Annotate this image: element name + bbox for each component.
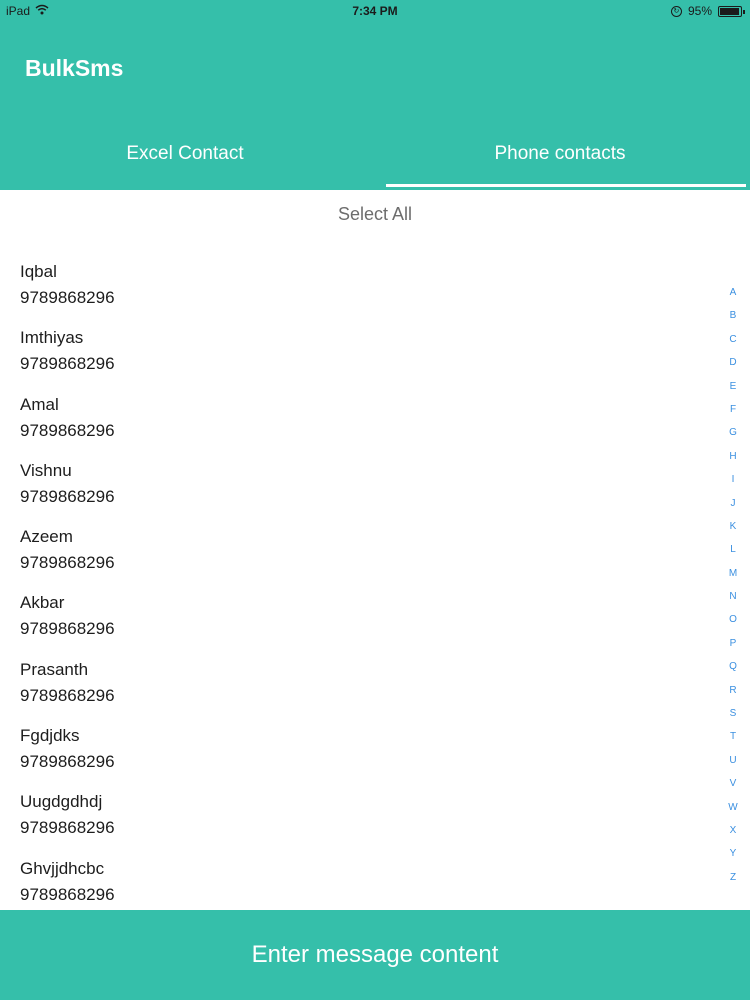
index-letter[interactable]: F [730, 398, 736, 421]
tab-bar: Excel Contact Phone contacts [0, 122, 750, 190]
contact-row[interactable]: Prasanth 9789868296 [20, 654, 700, 720]
contact-row[interactable]: Uugdgdhdj 9789868296 [20, 786, 700, 852]
index-letter[interactable]: Q [729, 655, 737, 678]
index-letter[interactable]: I [732, 468, 735, 491]
index-letter[interactable]: D [729, 351, 736, 374]
index-letter[interactable]: S [730, 702, 737, 725]
contact-row[interactable]: Imthiyas 9789868296 [20, 322, 700, 388]
contact-list: Iqbal 9789868296 Imthiyas 9789868296 Amal 978… [20, 256, 700, 919]
contact-phone: 9789868296 [20, 420, 115, 440]
index-letter[interactable]: O [729, 608, 737, 631]
alphabet-index[interactable]: ABCDEFGHIJKLMNOPQRSTUVWXYZ [726, 281, 740, 889]
contact-name: Akbar [20, 593, 65, 613]
contact-phone: 9789868296 [20, 818, 115, 838]
index-letter[interactable]: M [729, 562, 737, 585]
index-letter[interactable]: T [730, 725, 736, 748]
location-lock-icon: ↻ [670, 5, 682, 17]
status-right: ↻ 95% [670, 4, 745, 18]
index-letter[interactable]: J [731, 492, 736, 515]
contact-phone: 9789868296 [20, 553, 115, 573]
contact-row[interactable]: Azeem 9789868296 [20, 521, 700, 587]
select-all-button[interactable]: Select All [0, 204, 750, 225]
contact-phone: 9789868296 [20, 288, 115, 307]
index-letter[interactable]: G [729, 421, 737, 444]
index-letter[interactable]: N [729, 585, 736, 608]
index-letter[interactable]: A [730, 281, 737, 304]
contact-phone: 9789868296 [20, 354, 115, 374]
contact-name: Fgdjdks [20, 726, 80, 746]
index-letter[interactable]: B [730, 304, 737, 327]
contact-row[interactable]: Fgdjdks 9789868296 [20, 720, 700, 786]
header: iPad 7:34 PM ↻ 95% BulkSms Excel Contact… [0, 0, 750, 190]
contact-row[interactable]: Amal 9789868296 [20, 389, 700, 455]
contact-phone: 9789868296 [20, 685, 115, 705]
contact-name: Ghvjjdhcbc [20, 858, 105, 878]
index-letter[interactable]: L [730, 538, 736, 561]
index-letter[interactable]: U [729, 749, 736, 772]
battery-icon [718, 5, 745, 17]
index-letter[interactable]: H [729, 445, 736, 468]
contact-phone: 9789868296 [20, 486, 115, 506]
index-letter[interactable]: E [730, 375, 737, 398]
contact-name: Iqbal [20, 262, 57, 281]
index-letter[interactable]: W [728, 796, 737, 819]
app-title: BulkSms [25, 55, 124, 81]
battery-percent: 95% [687, 4, 712, 18]
contact-row[interactable]: Vishnu 9789868296 [20, 455, 700, 521]
index-letter[interactable]: X [730, 819, 737, 842]
contact-phone: 9789868296 [20, 619, 115, 639]
enter-message-button[interactable]: Enter message content [0, 910, 750, 1000]
contact-row[interactable]: Iqbal 9789868296 [20, 256, 700, 322]
contact-name: Prasanth [20, 659, 89, 679]
contact-phone: 9789868296 [20, 884, 115, 904]
contact-name: Amal [20, 394, 59, 414]
status-time: 7:34 PM [352, 4, 398, 18]
contact-row[interactable]: Akbar 9789868296 [20, 587, 700, 653]
index-letter[interactable]: C [729, 328, 736, 351]
battery-fill [720, 7, 739, 15]
index-letter[interactable]: P [730, 632, 737, 655]
tab-excel-contact[interactable]: Excel Contact [0, 122, 370, 186]
contact-name: Imthiyas [20, 328, 84, 348]
index-letter[interactable]: K [730, 515, 737, 538]
contact-name: Azeem [20, 527, 73, 547]
contact-name: Vishnu [20, 460, 72, 480]
contact-name: Uugdgdhdj [20, 792, 103, 812]
index-letter[interactable]: R [729, 679, 736, 702]
tab-phone-contacts[interactable]: Phone contacts [375, 122, 745, 186]
status-bar: iPad 7:34 PM ↻ 95% [0, 0, 750, 22]
selected-tab-indicator [386, 184, 746, 187]
contact-phone: 9789868296 [20, 752, 115, 772]
index-letter[interactable]: Z [730, 866, 736, 889]
index-letter[interactable]: Y [730, 842, 737, 865]
index-letter[interactable]: V [730, 772, 737, 795]
